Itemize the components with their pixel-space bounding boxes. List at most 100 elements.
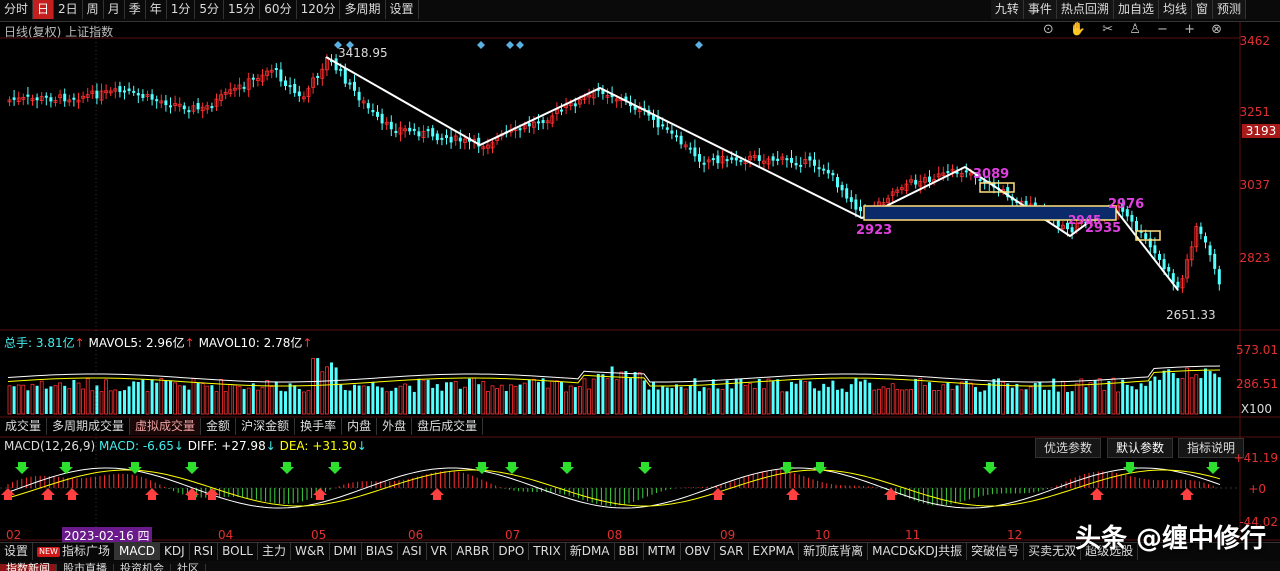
volume-tab-3[interactable]: 金额 [201,418,237,435]
indicator-tab-14[interactable]: TRIX [529,543,566,560]
indicator-tab-20[interactable]: EXPMA [749,543,800,560]
candle-body [426,129,430,132]
indicator-tab-19[interactable]: SAR [715,543,749,560]
dea-label: DEA: [279,439,309,453]
volume-bar [426,379,430,414]
volume-bar [431,387,435,414]
volume-bar [845,391,849,414]
volume-bar [950,388,955,415]
buy-signal-icon [1180,488,1194,500]
bottom-tab-0[interactable]: 指数新闻 [0,563,57,571]
volume-bar [693,378,697,414]
volume-tab-6[interactable]: 内盘 [342,418,378,435]
volume-bar [545,387,550,415]
volume-tab-7[interactable]: 外盘 [377,418,413,435]
volume-bar [560,381,563,414]
volume-bar [918,378,923,415]
volume-bar [762,388,766,415]
indicator-tab-10[interactable]: ASI [398,543,427,560]
bottom-tab-3[interactable]: 社区 [171,563,206,571]
volume-bar [1001,381,1005,415]
volume-tab-4[interactable]: 沪深金额 [236,418,296,435]
buy-signal-icon [1090,488,1104,500]
candle-body [964,170,968,173]
watermark: 头条 @缠中修行 [1074,524,1266,554]
volume-bar [1024,389,1028,414]
candle-body [12,97,16,100]
pivot-2923-label: 2923 [856,223,893,238]
volume-bar [1121,379,1125,414]
date-07: 07 [505,528,521,542]
volume-bar [854,378,858,414]
indicator-tab-21[interactable]: 新顶底背离 [799,543,869,560]
volume-bar [343,389,347,414]
buy-signal-icon [145,488,159,500]
bottom-tabs: 指数新闻 股市直播 投资机会 社区 [0,561,1280,571]
volume-tab-5[interactable]: 换手率 [295,418,343,435]
indicator-tab-0[interactable]: 设置 [0,543,34,560]
candle-body [293,83,297,94]
volume-bar [564,391,568,415]
volume-bar [440,390,444,414]
indicator-tab-9[interactable]: BIAS [362,543,399,560]
candle-body [389,121,393,130]
indicator-tab-1[interactable]: NEW 指标广场 [33,543,115,560]
candle-body [656,117,660,128]
candle-body [840,184,844,191]
volume-bar [177,385,182,415]
indicator-tab-17[interactable]: MTM [644,543,681,560]
volume-bar [99,391,104,415]
indicator-tab-3[interactable]: KDJ [160,543,190,560]
volume-bar [384,391,389,415]
default-params-button[interactable]: 默认参数 [1107,438,1174,458]
bottom-tab-2[interactable]: 投资机会 [114,563,171,571]
indicator-tab-11[interactable]: VR [427,543,453,560]
volume-bar [826,386,830,414]
candle-body [123,90,126,93]
volume-bar [394,387,398,414]
candle-body [573,103,577,107]
volume-tab-8[interactable]: 盘后成交量 [412,418,484,435]
indicator-tab-2[interactable]: MACD [114,543,160,560]
volume-bar [490,385,495,415]
volume-bar [941,384,946,415]
candle-body [808,156,812,161]
volume-tab-2[interactable]: 虚拟成交量 [130,418,202,435]
indicator-tab-12[interactable]: ARBR [452,543,495,560]
volume-bar [1079,378,1084,415]
candle-body [688,147,692,150]
indicator-tab-18[interactable]: OBV [681,543,716,560]
optimal-params-button[interactable]: 优选参数 [1035,438,1102,458]
volume-tab-1[interactable]: 多周期成交量 [47,418,131,435]
current-price-badge: 3193 [1242,124,1280,138]
candle-body [182,105,186,110]
volume-tab-0[interactable]: 成交量 [0,418,48,435]
indicator-tab-6[interactable]: 主力 [258,543,291,560]
buy-signal-icon [65,488,79,500]
indicator-tab-23[interactable]: 突破信号 [967,543,1025,560]
candle-body [831,172,835,176]
date-02: 02 [6,528,22,542]
volume-bar [508,384,513,415]
volume-bar [1208,371,1212,414]
indicator-tab-4[interactable]: RSI [190,543,219,560]
volume-bar [808,381,812,414]
indicator-tab-22[interactable]: MACD&KDJ共振 [868,543,968,560]
candle-body [150,94,154,100]
indicator-tab-7[interactable]: W&R [291,543,330,560]
indicator-tab-13[interactable]: DPO [494,543,530,560]
volume-bar [1088,382,1093,415]
volume-bar [904,389,909,415]
indicator-tab-16[interactable]: BBI [615,543,644,560]
volume-bar [81,388,85,415]
indicator-tab-15[interactable]: 新DMA [566,543,615,560]
volume-bar [449,382,453,414]
indicator-tab-8[interactable]: DMI [330,543,362,560]
indicator-tab-5[interactable]: BOLL [218,543,258,560]
volume-bar [637,372,642,415]
bottom-tab-1[interactable]: 股市直播 [57,563,114,571]
candle-body [394,131,398,134]
volume-bar [26,390,30,414]
indicator-tab-24[interactable]: 买卖无双 [1024,543,1082,560]
sell-signal-icon [560,462,574,474]
